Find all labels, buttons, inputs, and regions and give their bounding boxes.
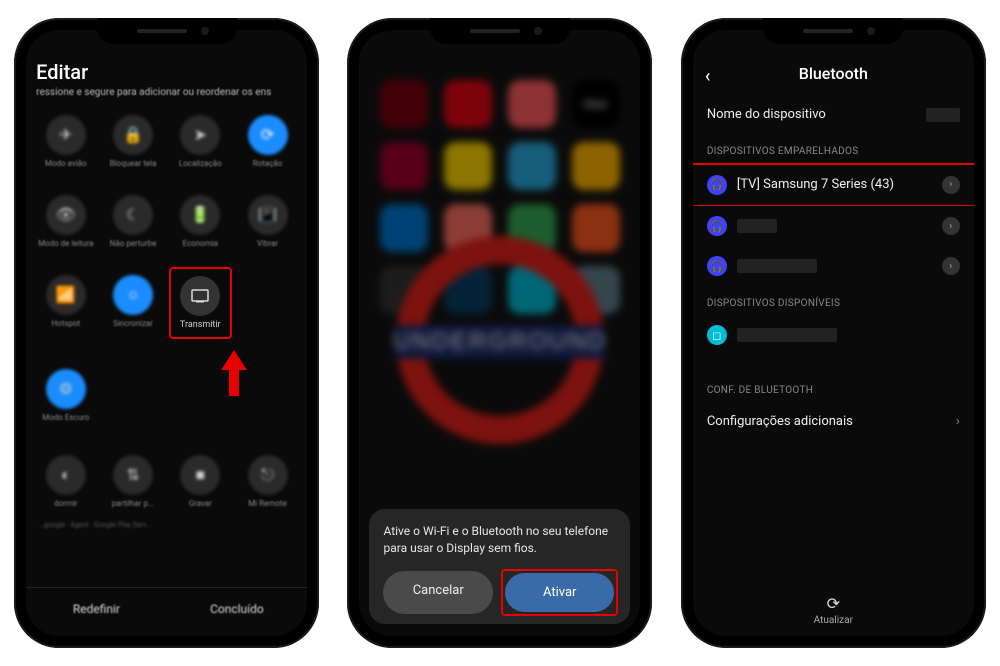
activate-highlight: Ativar [501, 569, 619, 616]
device-icon: ◻ [707, 325, 727, 345]
screen-3: ‹ Bluetooth Nome do dispositivo DISPOSIT… [693, 30, 974, 636]
available-section-header: DISPOSITIVOS DISPONÍVEIS [693, 286, 974, 315]
tile-airplane[interactable]: ✈Modo avião [34, 107, 97, 175]
share-icon: ⇅ [113, 455, 153, 495]
lock-icon: 🔒 [113, 115, 153, 155]
tiles-row-4: ⚙Modo Escuro [26, 355, 307, 435]
remote-icon: ⎋ [248, 455, 288, 495]
headphone-icon: 🎧 [707, 216, 727, 236]
tile-rotation[interactable]: ⟳Rotação [236, 107, 299, 175]
gear-icon: ⚙ [46, 369, 86, 409]
tile-dark-mode[interactable]: ⚙Modo Escuro [34, 361, 97, 429]
available-device-1[interactable]: ◻ [693, 315, 974, 355]
device-name-label: Nome do dispositivo [707, 107, 826, 122]
chevron-right-icon: › [956, 414, 960, 429]
tile-empty [236, 267, 299, 335]
dialog-message: Ative o Wi-Fi e o Bluetooth no seu telef… [383, 523, 616, 557]
tile-read-mode[interactable]: 👁Modo de leitura [34, 187, 97, 255]
tiles-row-3: 📶Hotspot ○Sincronizar Transmitir [26, 261, 307, 345]
svg-text:UNDERGROUND: UNDERGROUND [393, 328, 607, 355]
tile-remote[interactable]: ⎋Mi Remote [236, 447, 299, 515]
more-settings-label: Configurações adicionais [707, 414, 853, 429]
phone-1: Editar ressione e segure para adicionar … [14, 18, 319, 648]
paired-section-header: DISPOSITIVOS EMPARELHADOS [693, 134, 974, 163]
back-button[interactable]: ‹ [705, 66, 711, 87]
underground-logo: UNDERGROUND [390, 230, 610, 450]
device-name-value-redacted [926, 108, 960, 122]
cast-label: Transmitir [180, 320, 221, 330]
cast-icon [180, 276, 220, 316]
rotate-icon: ⟳ [248, 115, 288, 155]
paired-device-3[interactable]: 🎧 › [693, 246, 974, 286]
tile-share[interactable]: ⇅partilhar p... [101, 447, 164, 515]
screen-2: Uber UNDERGROUND Ative o Wi-Fi e o Bluet… [359, 30, 640, 636]
chevron-right-icon[interactable]: › [942, 176, 960, 194]
paired-device-tv[interactable]: 🎧 [TV] Samsung 7 Series (43) › [693, 165, 974, 205]
phone-3: ‹ Bluetooth Nome do dispositivo DISPOSIT… [681, 18, 986, 648]
screen-1: Editar ressione e segure para adicionar … [26, 30, 307, 636]
vibrate-icon: 📳 [248, 195, 288, 235]
page-title: Bluetooth [799, 64, 868, 83]
tile-battery[interactable]: 🔋Economia [169, 187, 232, 255]
location-icon: ➤ [180, 115, 220, 155]
tile-sync[interactable]: ○Sincronizar [101, 267, 164, 335]
cancel-button[interactable]: Cancelar [383, 571, 493, 614]
edit-subtitle: ressione e segure para adicionar ou reor… [36, 86, 297, 99]
device-label-redacted [737, 259, 817, 273]
tiles-row-5: ◐dormir ⇅partilhar p... ■Gravar ⎋Mi Remo… [26, 441, 307, 521]
notch [763, 18, 903, 44]
edit-title: Editar [36, 60, 297, 84]
device-label-redacted [737, 328, 837, 342]
chevron-right-icon[interactable]: › [942, 257, 960, 275]
wifi-bluetooth-dialog: Ative o Wi-Fi e o Bluetooth no seu telef… [369, 509, 630, 624]
footer: Redefinir Concluído [26, 587, 307, 630]
headphone-icon: 🎧 [707, 175, 727, 195]
more-settings-row[interactable]: Configurações adicionais › [693, 402, 974, 441]
activate-button[interactable]: Ativar [505, 573, 615, 612]
device-label-redacted [737, 219, 777, 233]
reset-button[interactable]: Redefinir [26, 588, 167, 630]
tile-lock[interactable]: 🔒Bloquear tela [101, 107, 164, 175]
airplane-icon: ✈ [46, 115, 86, 155]
refresh-label: Atualizar [814, 615, 853, 626]
tile-hotspot[interactable]: 📶Hotspot [34, 267, 97, 335]
paired-device-label: [TV] Samsung 7 Series (43) [737, 177, 894, 192]
tiles-row-2: 👁Modo de leitura ☾Não perturbe 🔋Economia… [26, 181, 307, 261]
small-text: ...google · Agent · Google Play Serv... [26, 521, 307, 529]
eye-icon: 👁 [46, 195, 86, 235]
paired-device-2[interactable]: 🎧 › [693, 206, 974, 246]
hotspot-icon: 📶 [46, 275, 86, 315]
moon-icon: ☾ [113, 195, 153, 235]
phone-2: Uber UNDERGROUND Ative o Wi-Fi e o Bluet… [347, 18, 652, 648]
battery-icon: 🔋 [180, 195, 220, 235]
tile-cast-highlighted[interactable]: Transmitir [169, 267, 232, 339]
contrast-icon: ◐ [46, 455, 86, 495]
record-icon: ■ [180, 455, 220, 495]
notch [430, 18, 570, 44]
done-button[interactable]: Concluído [167, 588, 308, 630]
chevron-right-icon[interactable]: › [942, 217, 960, 235]
tile-vibrate[interactable]: 📳Vibrar [236, 187, 299, 255]
tile-location[interactable]: ➤Localização [169, 107, 232, 175]
tiles-row-1: ✈Modo avião 🔒Bloquear tela ➤Localização … [26, 101, 307, 181]
refresh-button[interactable]: ⟳ Atualizar [693, 594, 974, 626]
tile-record[interactable]: ■Gravar [169, 447, 232, 515]
tile-dnd[interactable]: ☾Não perturbe [101, 187, 164, 255]
device-name-row[interactable]: Nome do dispositivo [693, 95, 974, 134]
notch [97, 18, 237, 44]
headphone-icon: 🎧 [707, 256, 727, 276]
conf-section-header: CONF. DE BLUETOOTH [693, 373, 974, 402]
sync-icon: ○ [113, 275, 153, 315]
refresh-icon: ⟳ [693, 594, 974, 613]
tile-sleep[interactable]: ◐dormir [34, 447, 97, 515]
